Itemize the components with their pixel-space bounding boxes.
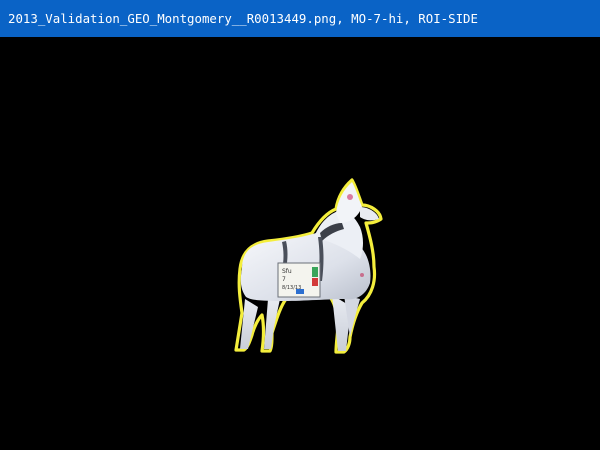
tag-line-1: Sfu	[282, 268, 292, 275]
segmented-goat-image: Sfu 7 8/13/13	[234, 178, 383, 354]
window-titlebar[interactable]: 2013_Validation_GEO_Montgomery__R0013449…	[0, 0, 600, 37]
tag-line-2: 7	[282, 276, 286, 283]
tag-line-3: 8/13/13	[282, 285, 301, 291]
image-viewer-window: 2013_Validation_GEO_Montgomery__R0013449…	[0, 0, 600, 450]
window-title: 2013_Validation_GEO_Montgomery__R0013449…	[8, 11, 478, 26]
id-tag: Sfu 7 8/13/13	[277, 262, 321, 298]
image-canvas[interactable]: Sfu 7 8/13/13	[0, 37, 600, 450]
